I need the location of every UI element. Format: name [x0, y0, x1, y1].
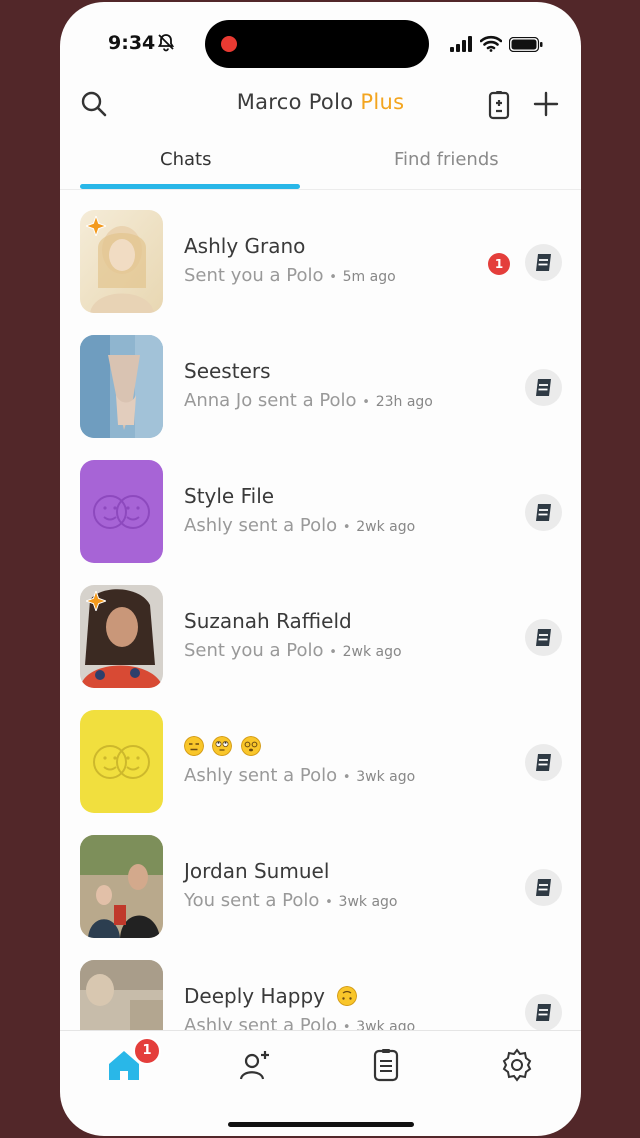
chat-status: You sent a Polo • 3wk ago — [184, 890, 398, 911]
tab-find-friends[interactable]: Find friends — [394, 149, 499, 170]
status-time: 9:34 — [108, 32, 156, 54]
chat-row-style-file[interactable]: Style File Ashly sent a Polo • 2wk ago — [60, 440, 581, 565]
chat-status: Sent you a Polo • 5m ago — [184, 265, 396, 286]
chat-status: Ashly sent a Polo • 3wk ago — [184, 1015, 415, 1030]
chat-status-text: You sent a Polo — [184, 890, 320, 911]
chat-time-ago: 2wk ago — [342, 644, 402, 660]
chat-status-text: Ashly sent a Polo — [184, 515, 338, 536]
silent-bell-icon — [157, 34, 175, 52]
rolling-eyes-face-icon — [212, 736, 233, 756]
polo-icon — [536, 504, 551, 521]
quick-polo-button[interactable] — [525, 494, 562, 531]
chat-status-text: Anna Jo sent a Polo — [184, 390, 357, 411]
polo-icon — [536, 254, 551, 271]
chat-row-suzanah-raffield[interactable]: Suzanah Raffield Sent you a Polo • 2wk a… — [60, 565, 581, 690]
chat-time-ago: 5m ago — [342, 269, 396, 285]
dizzy-face-icon — [240, 736, 261, 756]
add-icon[interactable] — [532, 90, 560, 118]
quick-polo-button[interactable] — [525, 869, 562, 906]
cellular-signal-icon — [450, 36, 472, 52]
expressionless-face-icon — [184, 736, 204, 756]
chat-name: Style File — [184, 484, 275, 508]
quick-polo-button[interactable] — [525, 369, 562, 406]
bottom-nav-divider — [60, 1030, 581, 1031]
chat-time-ago: 23h ago — [375, 394, 433, 410]
chat-name: Jordan Sumuel — [184, 859, 330, 883]
avatar — [80, 335, 163, 438]
tab-chats[interactable]: Chats — [160, 149, 211, 170]
chat-name: Ashly Grano — [184, 234, 306, 258]
chat-name-text: Deeply Happy — [184, 984, 325, 1008]
avatar-photo — [80, 835, 163, 938]
quick-polo-button[interactable] — [525, 244, 562, 281]
group-avatar-icon — [80, 460, 163, 563]
chat-row-ashly-grano[interactable]: Ashly Grano Sent you a Polo • 5m ago 1 — [60, 190, 581, 315]
quick-polo-button[interactable] — [525, 994, 562, 1030]
upside-down-face-icon — [337, 986, 358, 1006]
chat-row-emoji-group[interactable]: Ashly sent a Polo • 3wk ago — [60, 690, 581, 815]
avatar — [80, 835, 163, 938]
chat-time-ago: 2wk ago — [356, 519, 416, 535]
polo-icon — [536, 754, 551, 771]
chat-status-text: Ashly sent a Polo — [184, 765, 338, 786]
add-friend-icon[interactable] — [236, 1047, 272, 1083]
avatar-photo — [80, 960, 163, 1030]
chat-status-text: Sent you a Polo — [184, 640, 324, 661]
chat-time-ago: 3wk ago — [356, 769, 416, 785]
avatar — [80, 710, 163, 813]
polo-icon — [536, 629, 551, 646]
chat-row-jordan-sumuel[interactable]: Jordan Sumuel You sent a Polo • 3wk ago — [60, 815, 581, 940]
chat-status-text: Sent you a Polo — [184, 265, 324, 286]
chat-name: Deeply Happy — [184, 984, 359, 1008]
chat-row-seesters[interactable]: Seesters Anna Jo sent a Polo • 23h ago — [60, 315, 581, 440]
recording-indicator — [221, 36, 237, 52]
avatar — [80, 960, 163, 1030]
plus-star-icon — [86, 216, 106, 236]
quick-polo-button[interactable] — [525, 619, 562, 656]
chat-name — [184, 734, 263, 758]
chat-row-deeply-happy[interactable]: Deeply Happy Ashly sent a Polo • 3wk ago — [60, 940, 581, 1030]
dynamic-island — [205, 20, 429, 68]
avatar-photo — [80, 335, 163, 438]
phone-contacts-icon[interactable] — [487, 90, 511, 120]
app-title-plus: Plus — [360, 90, 405, 114]
chat-time-ago: 3wk ago — [356, 1019, 416, 1030]
home-notification-badge: 1 — [133, 1037, 161, 1065]
notes-icon[interactable] — [368, 1047, 404, 1083]
quick-polo-button[interactable] — [525, 744, 562, 781]
avatar — [80, 460, 163, 563]
unread-badge: 1 — [488, 253, 510, 275]
phone-screen: 9:34 Marco Polo Plus Chats Find friends … — [60, 2, 581, 1136]
plus-star-icon — [86, 591, 106, 611]
app-title-main: Marco Polo — [236, 90, 354, 114]
group-avatar-icon — [80, 710, 163, 813]
chat-name: Seesters — [184, 359, 271, 383]
chat-time-ago: 3wk ago — [338, 894, 398, 910]
wifi-icon — [480, 35, 502, 52]
settings-gear-icon[interactable] — [499, 1047, 535, 1083]
chat-status-text: Ashly sent a Polo — [184, 1015, 338, 1030]
chat-list[interactable]: Ashly Grano Sent you a Polo • 5m ago 1 S… — [60, 190, 581, 1030]
polo-icon — [536, 879, 551, 896]
home-indicator-bar[interactable] — [228, 1122, 414, 1127]
chat-status: Ashly sent a Polo • 2wk ago — [184, 515, 416, 536]
polo-icon — [536, 379, 551, 396]
chat-status: Anna Jo sent a Polo • 23h ago — [184, 390, 433, 411]
chat-status: Ashly sent a Polo • 3wk ago — [184, 765, 416, 786]
chat-name: Suzanah Raffield — [184, 609, 352, 633]
polo-icon — [536, 1004, 551, 1021]
battery-icon — [509, 37, 543, 52]
chat-status: Sent you a Polo • 2wk ago — [184, 640, 402, 661]
